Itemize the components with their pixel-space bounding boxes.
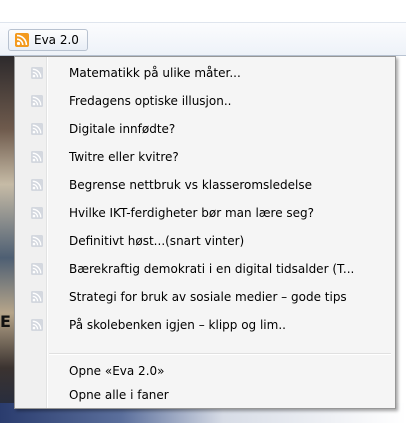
menu-item-label: Fredagens optiske illusjon.. [69, 94, 232, 108]
menu-item-label: Opne «Eva 2.0» [69, 364, 165, 378]
rss-feed-icon [15, 33, 29, 47]
menu-item-open-all-in-tabs[interactable]: Opne alle i faner [17, 384, 393, 406]
menu-item-label: Matematikk på ulike måter... [69, 66, 241, 80]
menu-item-feed-entry[interactable]: På skolebenken igjen – klipp og lim.. [17, 314, 393, 336]
rss-feed-icon [31, 179, 43, 191]
menu-item-feed-entry[interactable]: Twitre eller kvitre? [17, 146, 393, 168]
menu-item-label: Strategi for bruk av sosiale medier – go… [69, 290, 347, 304]
folder-label: Eva 2.0 [34, 33, 79, 47]
menu-item-label: Bærekraftig demokrati i en digital tidsa… [69, 262, 355, 276]
browser-window: Eva 2.0 E Matematikk på ulike måter... F… [0, 0, 406, 423]
menu-item-label: Definitivt høst...(snart vinter) [69, 234, 245, 248]
menu-item-label: Begrense nettbruk vs klasseromsledelse [69, 178, 312, 192]
menu-item-feed-entry[interactable]: Strategi for bruk av sosiale medier – go… [17, 286, 393, 308]
menu-item-label: Hvilke IKT-ferdigheter bør man lære seg? [69, 206, 315, 220]
bookmarks-toolbar: Eva 2.0 [0, 22, 406, 56]
rss-feed-icon [31, 123, 43, 135]
menu-item-feed-entry[interactable]: Fredagens optiske illusjon.. [17, 90, 393, 112]
menu-item-label: På skolebenken igjen – klipp og lim.. [69, 318, 286, 332]
rss-feed-icon [31, 319, 43, 331]
rss-feed-icon [31, 291, 43, 303]
menu-separator [49, 353, 391, 355]
menu-item-feed-entry[interactable]: Begrense nettbruk vs klasseromsledelse [17, 174, 393, 196]
rss-feed-icon [31, 151, 43, 163]
menu-item-feed-entry[interactable]: Digitale innfødte? [17, 118, 393, 140]
rss-feed-icon [31, 67, 43, 79]
menu-item-feed-entry[interactable]: Bærekraftig demokrati i en digital tidsa… [17, 258, 393, 280]
menu-item-feed-entry[interactable]: Hvilke IKT-ferdigheter bør man lære seg? [17, 202, 393, 224]
menu-item-label: Opne alle i faner [69, 388, 169, 402]
rss-feed-icon [31, 207, 43, 219]
rss-feed-icon [31, 235, 43, 247]
menu-item-feed-entry[interactable]: Definitivt høst...(snart vinter) [17, 230, 393, 252]
menu-item-feed-entry[interactable]: Matematikk på ulike måter... [17, 62, 393, 84]
menu-item-label: Digitale innfødte? [69, 122, 176, 136]
live-bookmark-folder-eva[interactable]: Eva 2.0 [8, 29, 88, 51]
menu-item-label: Twitre eller kvitre? [69, 150, 179, 164]
rss-feed-icon [31, 263, 43, 275]
live-bookmark-dropdown-menu: Matematikk på ulike måter... Fredagens o… [14, 56, 396, 409]
menu-item-open-folder[interactable]: Opne «Eva 2.0» [17, 360, 393, 382]
rss-feed-icon [31, 95, 43, 107]
background-partial-text: E [0, 312, 11, 331]
